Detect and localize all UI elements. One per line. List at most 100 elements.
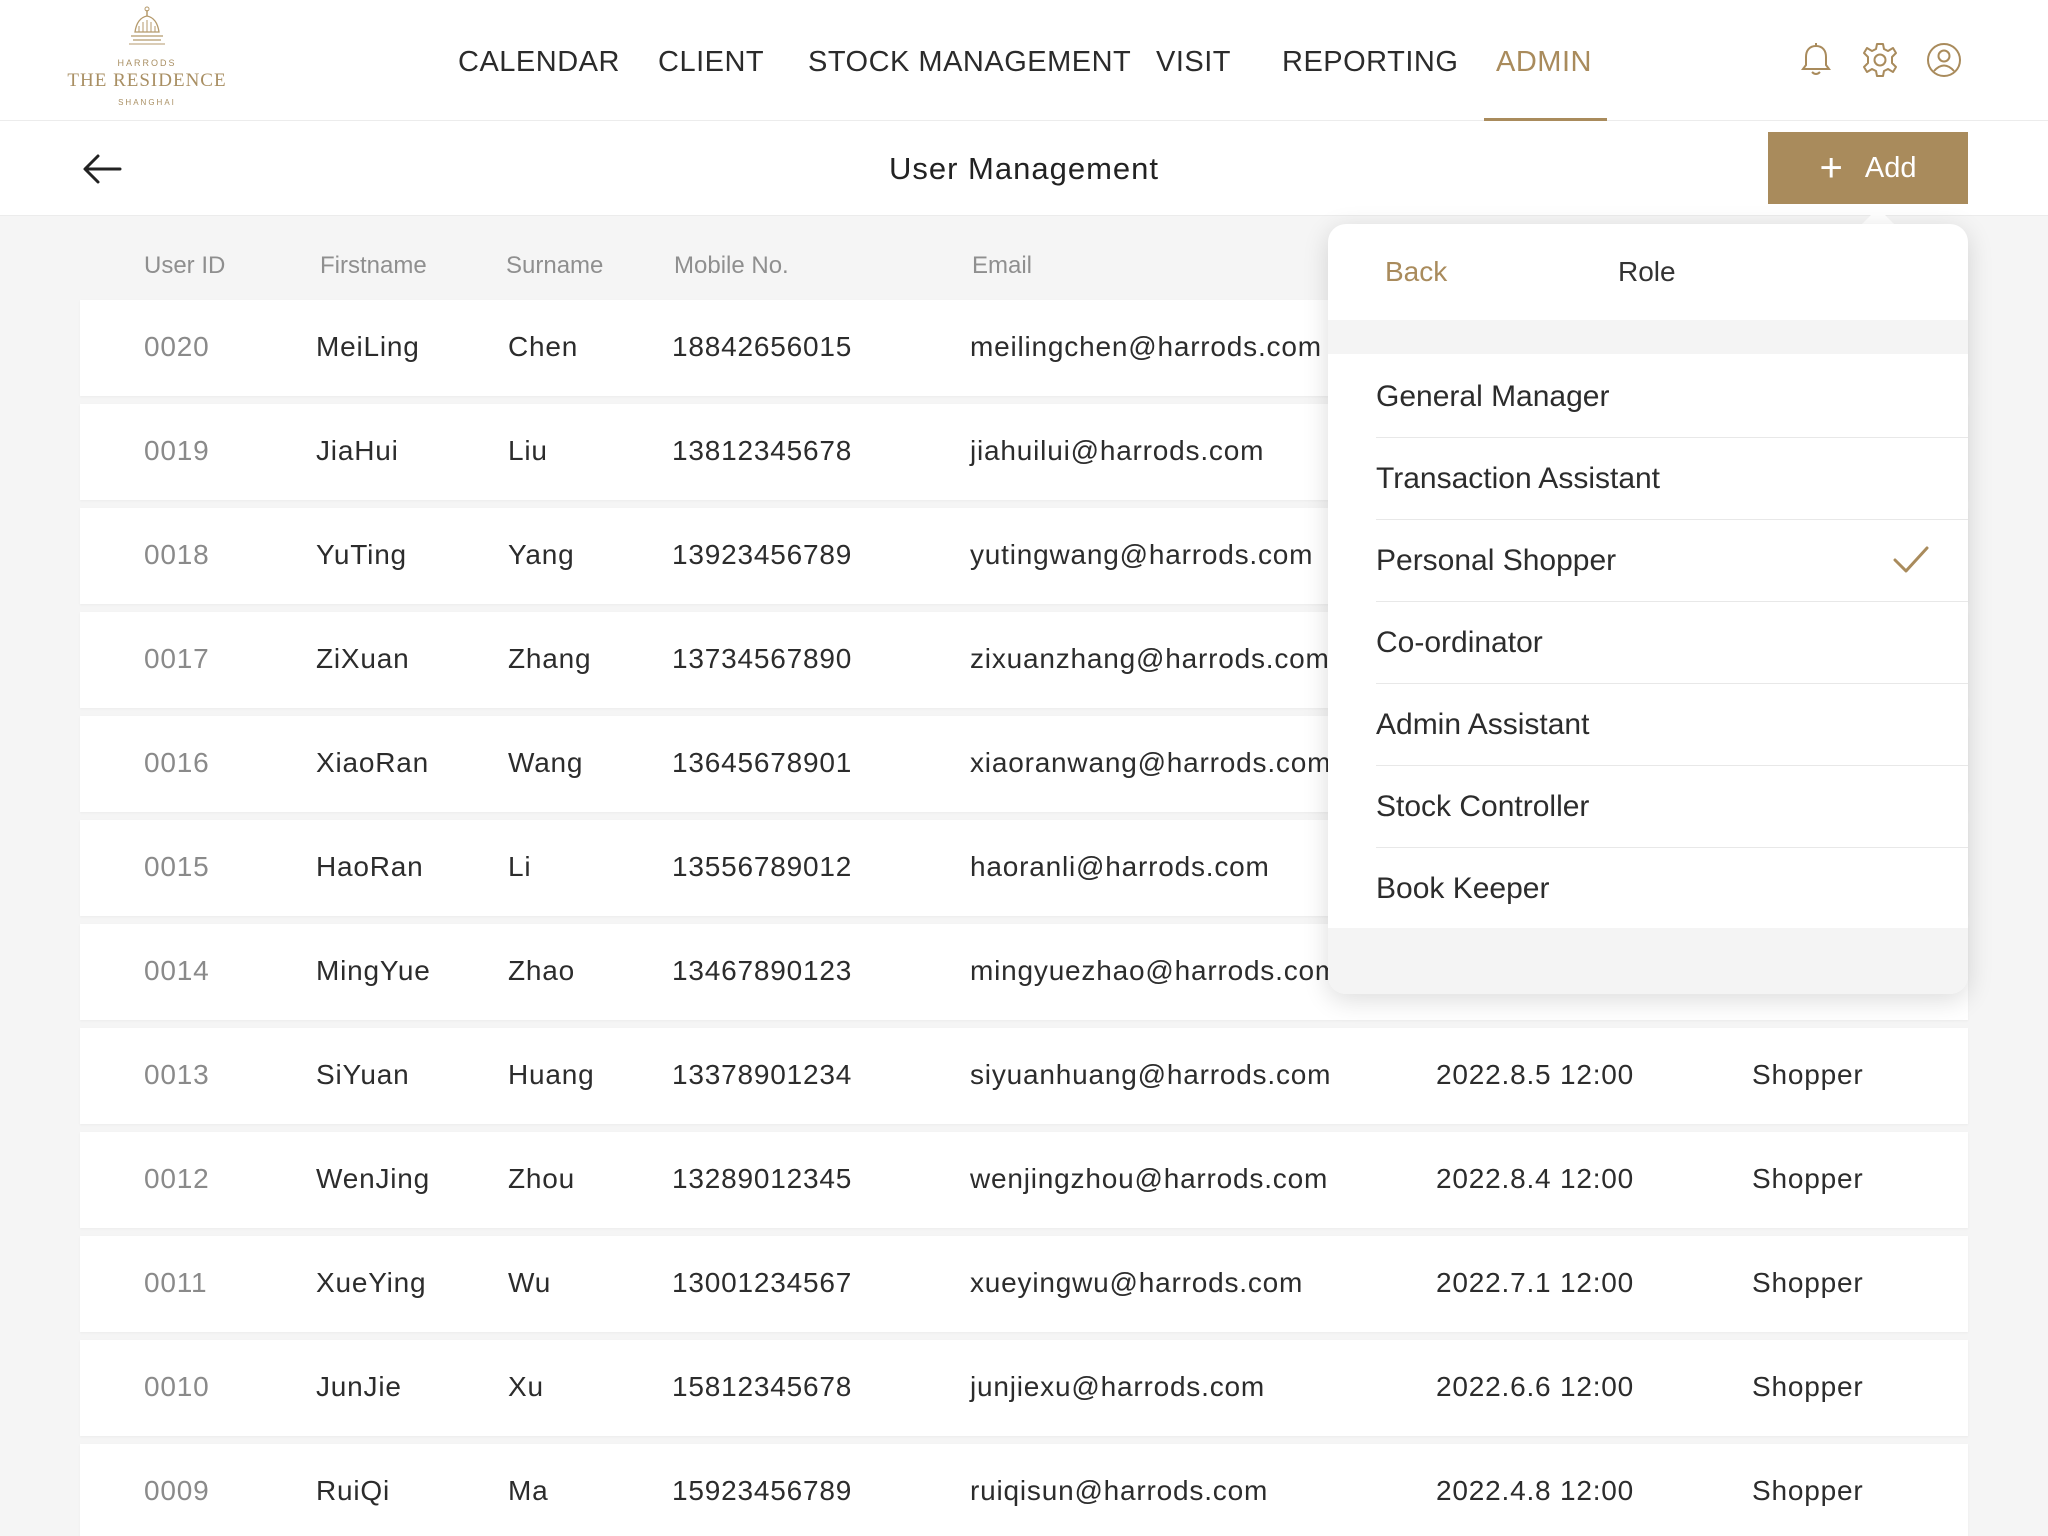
cell-user-id: 0011	[144, 1267, 208, 1298]
cell-role: Shopper	[1752, 1059, 1864, 1090]
cell-surname: Wang	[508, 747, 584, 778]
cell-role: Shopper	[1752, 1371, 1864, 1402]
cell-email: mingyuezhao@harrods.com	[970, 955, 1339, 986]
column-surname: Surname	[506, 252, 604, 279]
cell-email: xiaoranwang@harrods.com	[970, 747, 1332, 778]
gear-icon[interactable]	[1860, 40, 1900, 80]
cell-user-id: 0016	[144, 747, 210, 778]
cell-email: haoranli@harrods.com	[970, 851, 1270, 882]
cell-firstname: WenJing	[316, 1163, 431, 1194]
add-button-label: Add	[1864, 151, 1917, 184]
dropdown-title: Role	[1618, 256, 1676, 287]
cell-email: jiahuilui@harrods.com	[970, 435, 1265, 466]
cell-user-id: 0013	[144, 1059, 210, 1090]
cell-mobile: 15812345678	[672, 1371, 853, 1402]
cell-surname: Yang	[508, 539, 575, 570]
cell-user-id: 0014	[144, 955, 210, 986]
cell-email: wenjingzhou@harrods.com	[970, 1163, 1329, 1194]
nav-admin[interactable]: ADMIN	[1496, 46, 1592, 79]
bell-icon[interactable]	[1796, 40, 1836, 80]
nav-reporting[interactable]: REPORTING	[1282, 46, 1458, 79]
cell-last-login: 2022.8.5 12:00	[1436, 1059, 1635, 1090]
cell-mobile: 13556789012	[672, 851, 853, 882]
cell-last-login: 2022.8.4 12:00	[1436, 1163, 1635, 1194]
cell-firstname: ZiXuan	[316, 643, 410, 674]
top-navigation-bar: HARRODS THE RESIDENCE SHANGHAI CALENDAR …	[0, 0, 2048, 121]
dropdown-footer	[1328, 928, 1968, 994]
cell-role: Shopper	[1752, 1267, 1864, 1298]
role-option[interactable]: Co-ordinator	[1376, 602, 1968, 684]
cell-role: Shopper	[1752, 1475, 1864, 1506]
table-row[interactable]: 0012 WenJing Zhou 13289012345 wenjingzhou@ha…	[80, 1132, 1968, 1228]
cell-firstname: JiaHui	[316, 435, 399, 466]
role-option[interactable]: General Manager	[1376, 356, 1968, 438]
cell-mobile: 13001234567	[672, 1267, 853, 1298]
logo-brand: HARRODS	[117, 58, 177, 68]
cell-firstname: JunJie	[316, 1371, 402, 1402]
cell-surname: Ma	[508, 1475, 549, 1506]
cell-email: zixuanzhang@harrods.com	[970, 643, 1330, 674]
role-option-label: General Manager	[1376, 380, 1610, 413]
add-user-button[interactable]: + Add	[1768, 132, 1968, 204]
role-option-label: Stock Controller	[1376, 790, 1590, 823]
role-option[interactable]: Admin Assistant	[1376, 684, 1968, 766]
column-email: Email	[972, 252, 1033, 279]
cell-surname: Zhao	[508, 955, 576, 986]
column-user-id: User ID	[144, 252, 226, 279]
cell-user-id: 0015	[144, 851, 210, 882]
cell-mobile: 13467890123	[672, 955, 853, 986]
user-circle-icon[interactable]	[1924, 40, 1964, 80]
logo-name: THE RESIDENCE	[67, 70, 227, 91]
cell-surname: Huang	[508, 1059, 595, 1090]
page-title: User Management	[888, 151, 1159, 186]
role-option[interactable]: Transaction Assistant	[1376, 438, 1968, 520]
cell-mobile: 13734567890	[672, 643, 853, 674]
logo[interactable]: HARRODS THE RESIDENCE SHANGHAI	[66, 6, 228, 116]
cell-email: junjiexu@harrods.com	[970, 1371, 1265, 1402]
nav-visit[interactable]: VISIT	[1156, 46, 1231, 79]
table-row[interactable]: 0010 JunJie Xu 15812345678 junjiexu@harrods.…	[80, 1340, 1968, 1436]
cell-user-id: 0020	[144, 331, 210, 362]
table-row[interactable]: 0009 RuiQi Ma 15923456789 ruiqisun@harrods.c…	[80, 1444, 1968, 1536]
cell-last-login: 2022.4.8 12:00	[1436, 1475, 1635, 1506]
checkmark-icon	[1893, 546, 1929, 573]
cell-surname: Li	[508, 851, 532, 882]
role-option-label: Book Keeper	[1376, 872, 1550, 905]
cell-user-id: 0009	[144, 1475, 210, 1506]
plus-icon: +	[1819, 146, 1843, 190]
cell-surname: Xu	[508, 1371, 544, 1402]
cell-user-id: 0019	[144, 435, 210, 466]
cell-firstname: MeiLing	[316, 331, 420, 362]
role-option[interactable]: Book Keeper	[1376, 848, 1968, 930]
column-firstname: Firstname	[320, 252, 427, 279]
cell-user-id: 0012	[144, 1163, 210, 1194]
cell-firstname: MingYue	[316, 955, 431, 986]
role-option[interactable]: Personal Shopper	[1376, 520, 1968, 602]
cell-user-id: 0010	[144, 1371, 210, 1402]
nav-stock-management[interactable]: STOCK MANAGEMENT	[808, 46, 1131, 79]
role-option[interactable]: Stock Controller	[1376, 766, 1968, 848]
dropdown-header: Back Role	[1328, 224, 1968, 320]
cell-firstname: HaoRan	[316, 851, 424, 882]
cell-firstname: XueYing	[316, 1267, 427, 1298]
cell-mobile: 13289012345	[672, 1163, 853, 1194]
role-option-label: Personal Shopper	[1376, 544, 1617, 577]
nav-client[interactable]: CLIENT	[658, 46, 764, 79]
crest-icon	[129, 6, 165, 45]
cell-firstname: RuiQi	[316, 1475, 391, 1506]
table-row[interactable]: 0011 XueYing Wu 13001234567 xueyingwu@harrod…	[80, 1236, 1968, 1332]
cell-firstname: YuTing	[316, 539, 407, 570]
cell-firstname: SiYuan	[316, 1059, 410, 1090]
nav-calendar[interactable]: CALENDAR	[458, 46, 620, 79]
page-header: User Management + Add	[0, 121, 2048, 216]
cell-mobile: 13923456789	[672, 539, 853, 570]
cell-surname: Zhang	[508, 643, 592, 674]
table-row[interactable]: 0013 SiYuan Huang 13378901234 siyuanhuang@ha…	[80, 1028, 1968, 1124]
dropdown-back-button[interactable]: Back	[1385, 256, 1447, 288]
dropdown-spacer	[1328, 320, 1968, 354]
cell-mobile: 13378901234	[672, 1059, 853, 1090]
cell-user-id: 0018	[144, 539, 210, 570]
cell-email: siyuanhuang@harrods.com	[970, 1059, 1332, 1090]
cell-mobile: 13645678901	[672, 747, 853, 778]
cell-mobile: 18842656015	[672, 331, 853, 362]
